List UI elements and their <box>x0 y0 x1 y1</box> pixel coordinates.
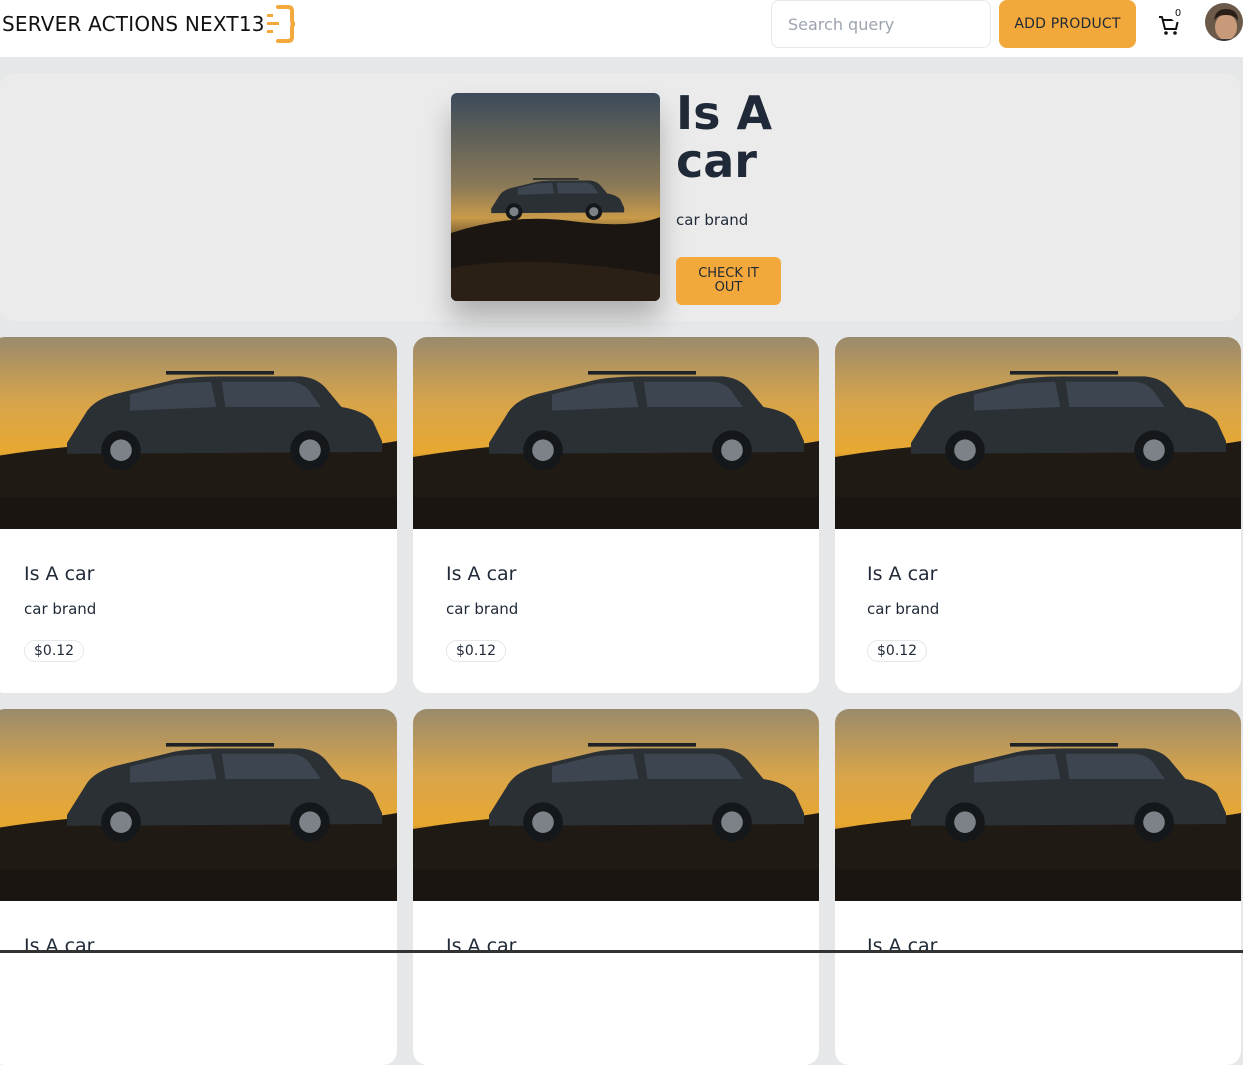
add-product-button[interactable]: ADD PRODUCT <box>999 0 1136 48</box>
product-description: car brand <box>446 600 519 618</box>
price-badge: $0.12 <box>867 640 928 662</box>
product-description: car brand <box>867 600 940 618</box>
product-image <box>0 709 397 901</box>
product-card[interactable]: Is A car <box>835 709 1241 1065</box>
brand-title[interactable]: SERVER ACTIONS NEXT13 <box>2 12 265 36</box>
hero-title: Is A car <box>676 86 773 188</box>
avatar[interactable] <box>1203 1 1243 43</box>
product-title: Is A car <box>24 935 95 957</box>
bracket-logo-icon <box>267 5 296 43</box>
product-image <box>413 337 819 529</box>
hero-banner: Is A car car brand CHECK IT OUT <box>0 73 1240 321</box>
product-title: Is A car <box>867 935 938 957</box>
hero-description: car brand <box>676 211 749 229</box>
product-title: Is A car <box>446 563 517 585</box>
check-it-out-button[interactable]: CHECK IT OUT <box>676 257 781 305</box>
product-image <box>835 709 1241 901</box>
product-card[interactable]: Is A car car brand $0.12 <box>0 337 397 693</box>
search-input[interactable] <box>771 0 991 48</box>
product-card[interactable]: Is A car car brand $0.12 <box>835 337 1241 693</box>
product-image <box>0 337 397 529</box>
product-description: car brand <box>24 600 97 618</box>
price-badge: $0.12 <box>446 640 507 662</box>
hero-product-image[interactable] <box>451 93 660 301</box>
product-card[interactable]: Is A car <box>0 709 397 1065</box>
product-title: Is A car <box>867 563 938 585</box>
product-title: Is A car <box>24 563 95 585</box>
product-card[interactable]: Is A car car brand $0.12 <box>413 337 819 693</box>
cart-count-badge: 0 <box>1170 6 1186 22</box>
product-image <box>835 337 1241 529</box>
navbar: SERVER ACTIONS NEXT13 ADD PRODUCT 0 <box>0 0 1243 57</box>
price-badge: $0.12 <box>24 640 85 662</box>
product-card[interactable]: Is A car <box>413 709 819 1065</box>
product-image <box>413 709 819 901</box>
product-title: Is A car <box>446 935 517 957</box>
